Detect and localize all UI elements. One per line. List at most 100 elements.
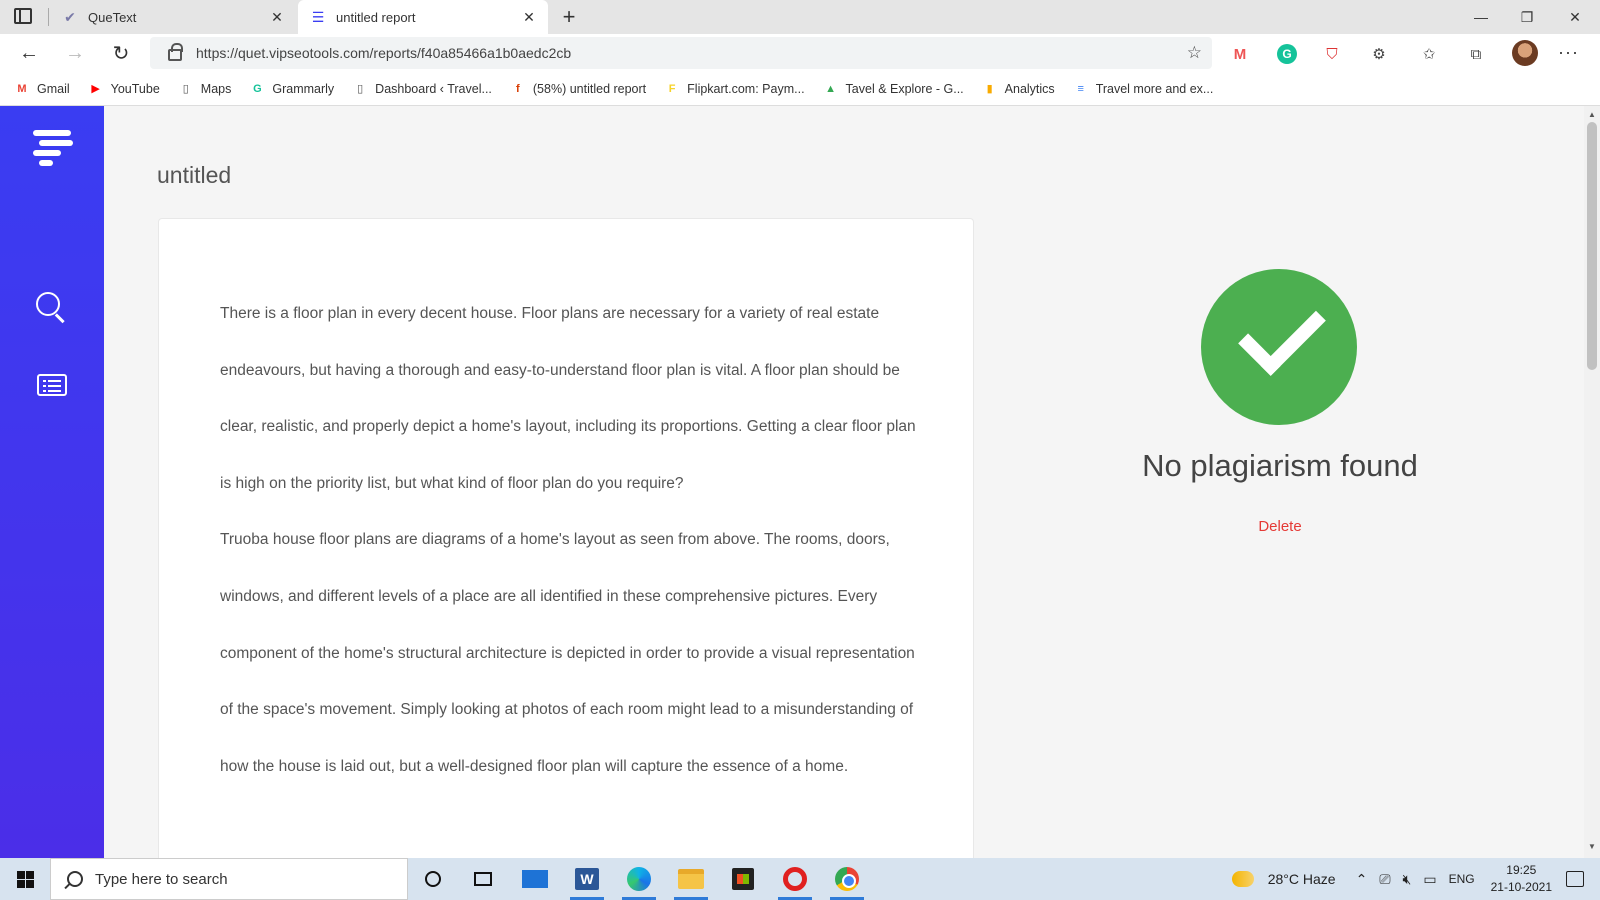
collections-icon[interactable]: ⧉ [1466,44,1486,64]
bookmark-item[interactable]: ≡ Travel more and ex... [1073,81,1214,97]
lock-icon[interactable] [168,43,183,61]
youtube-icon: ▶ [91,83,100,95]
word-icon: W [575,868,599,890]
address-bar: ← → ↻ https://quet.vipseotools.com/repor… [0,34,1600,72]
notifications-icon[interactable] [1566,871,1584,887]
weather-haze-icon[interactable] [1231,871,1254,887]
close-icon[interactable]: ✕ [268,9,286,26]
task-view-icon [474,872,492,886]
page-icon: ▯ [357,83,364,95]
close-icon[interactable]: ✕ [520,9,538,26]
bookmark-item[interactable]: F Flipkart.com: Paym... [664,81,805,97]
url-field[interactable]: https://quet.vipseotools.com/reports/f40… [150,37,1212,69]
new-tab-button[interactable]: + [556,4,582,30]
task-view-button[interactable] [460,861,506,897]
tab-quetext[interactable]: ✔ QueText ✕ [50,0,296,34]
scrollbar[interactable]: ▲ ▼ [1584,106,1600,858]
bookmark-label: Tavel & Explore - G... [845,81,964,96]
file-explorer-app[interactable] [668,861,714,900]
page-title: untitled [157,162,232,188]
delete-link[interactable]: Delete [1080,518,1480,535]
gmail-icon: M [17,82,27,95]
bookmark-label: Gmail [37,81,70,96]
clock-time: 19:25 [1506,863,1537,877]
restore-button[interactable]: ❐ [1504,0,1550,34]
search-icon[interactable] [36,292,66,323]
reports-list-icon[interactable] [37,374,67,396]
folder-icon [678,869,704,889]
opera-icon [783,867,807,891]
scroll-thumb[interactable] [1587,122,1597,370]
bookmark-label: (58%) untitled report [532,81,647,96]
chrome-app[interactable] [824,861,870,900]
profile-avatar[interactable] [1512,40,1538,66]
facebook-icon: f [516,82,520,95]
extension-m-icon[interactable]: M [1230,44,1250,64]
back-button[interactable]: ← [14,38,44,68]
cortana-button[interactable] [410,861,456,897]
clock[interactable]: 19:25 21-10-2021 [1491,862,1552,896]
search-placeholder: Type here to search [95,870,228,888]
store-app[interactable] [720,861,766,897]
tab-actions-icon[interactable] [14,8,32,24]
extensions-puzzle-icon[interactable]: ⚙ [1369,44,1389,64]
opera-app[interactable] [772,861,818,900]
mail-icon [522,870,548,888]
favorites-icon[interactable]: ✩ [1419,44,1439,64]
clock-date: 21-10-2021 [1490,880,1552,894]
bookmark-label: Travel more and ex... [1095,81,1214,96]
bookmark-label: Maps [200,81,232,96]
bookmark-item[interactable]: ▯ Dashboard ‹ Travel... [352,81,492,97]
document-text: There is a floor plan in every decent ho… [220,286,920,795]
scroll-down-arrow-icon[interactable]: ▼ [1588,842,1596,851]
volume-muted-icon[interactable]: 🔇︎ [1403,871,1412,888]
tab-title: QueText [88,9,137,25]
taskbar: Type here to search W 28°C Haze ⌃ ⎚ 🔇︎ ▭… [0,858,1600,900]
start-button[interactable] [0,858,50,900]
word-app[interactable]: W [564,861,610,900]
tab-untitled-report[interactable]: ☰ untitled report ✕ [298,0,548,34]
taskbar-search-box[interactable]: Type here to search [50,858,408,900]
flipkart-icon: F [668,82,676,95]
bookmark-item[interactable]: ▶ YouTube [88,81,159,97]
add-favorite-icon[interactable]: ☆ [1187,43,1202,63]
reload-button[interactable]: ↻ [106,38,136,68]
quetext-logo-icon: ☰ [311,8,325,25]
search-icon [67,871,83,887]
checkmark-icon [1238,288,1326,376]
battery-icon[interactable]: ▭ [1423,871,1436,888]
bookmark-item[interactable]: f (58%) untitled report [510,81,646,97]
shield-extension-icon[interactable]: ⛉ [1322,44,1342,64]
tab-separator [48,8,49,26]
url-text: https://quet.vipseotools.com/reports/f40… [196,45,572,61]
grammarly-icon: G [253,82,262,95]
network-icon[interactable]: ⎚ [1379,871,1390,888]
result-status: No plagiarism found [1142,448,1418,483]
drive-icon: ▲ [825,82,836,95]
bookmark-item[interactable]: M Gmail [14,81,70,97]
document-card: There is a floor plan in every decent ho… [158,218,974,878]
window-close-button[interactable]: ✕ [1552,0,1598,34]
minimize-button[interactable]: — [1458,0,1504,34]
bookmark-item[interactable]: ▮ Analytics [982,81,1055,97]
bookmarks-bar: M Gmail ▶ YouTube ▯ Maps G Grammarly ▯ Dashboard … [0,72,1600,106]
bookmark-label: Analytics [1004,81,1055,96]
chrome-icon [835,867,859,891]
bookmark-item[interactable]: ▲ Tavel & Explore - G... [823,81,964,97]
mail-app[interactable] [512,861,558,897]
bookmark-item[interactable]: ▯ Maps [178,81,232,97]
forward-button[interactable]: → [60,38,90,68]
chevron-up-icon[interactable]: ⌃ [1356,871,1368,888]
bookmark-item[interactable]: G Grammarly [249,81,334,97]
check-circle-icon [1201,269,1357,425]
docs-icon: ≡ [1077,82,1084,95]
edge-app[interactable] [616,861,662,900]
scroll-up-arrow-icon[interactable]: ▲ [1588,110,1596,119]
grammarly-extension-icon[interactable]: G [1277,44,1297,64]
more-menu-icon[interactable]: ··· [1558,42,1579,63]
quetext-logo-icon[interactable] [33,130,73,166]
page-icon: ▯ [182,83,189,95]
language-indicator[interactable]: ENG [1449,872,1475,886]
windows-logo-icon [16,870,34,888]
weather-text[interactable]: 28°C Haze [1268,871,1336,887]
